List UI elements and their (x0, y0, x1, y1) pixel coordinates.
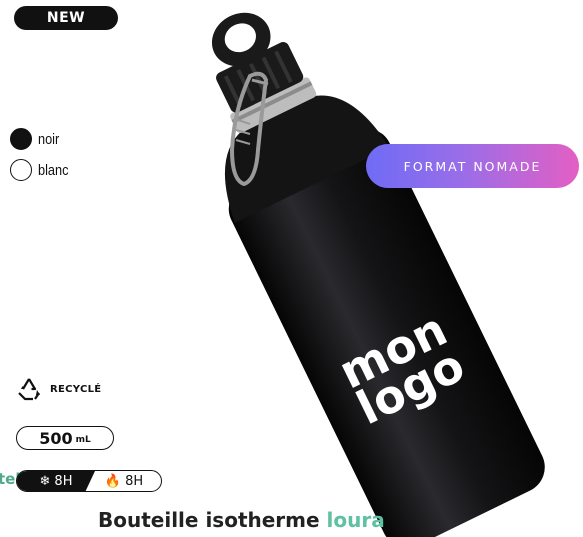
volume-badge: 500 mL (16, 426, 114, 450)
color-option-noir[interactable]: noir (10, 128, 63, 150)
color-swatch-blanc[interactable] (10, 159, 32, 181)
product-title-main: Bouteille isotherme (98, 508, 320, 532)
format-nomade-badge: FORMAT NOMADE (366, 144, 579, 188)
carabiner-icon (229, 71, 269, 187)
product-title-highlight: loura (326, 508, 385, 532)
volume-unit: mL (75, 435, 91, 445)
bottle-logo-line1: mon (331, 302, 456, 400)
recycle-icon (18, 378, 40, 401)
hot-retention: 🔥 8H (87, 471, 161, 491)
color-label-noir: noir (38, 130, 60, 148)
new-badge: NEW (14, 6, 118, 30)
temperature-badge: ❄ 8H 🔥 8H (16, 470, 162, 492)
color-option-blanc[interactable]: blanc (10, 159, 74, 181)
bottle-image: mon logo (211, 12, 545, 537)
recycled-label: RECYCLÉ (50, 383, 102, 395)
bottle-logo-line2: logo (348, 338, 472, 436)
color-swatch-noir[interactable] (10, 128, 32, 150)
hot-hours: 8H (125, 473, 144, 489)
cold-retention: ❄ 8H (17, 471, 95, 491)
cold-hours: 8H (54, 473, 73, 489)
recycled-badge: RECYCLÉ (16, 377, 101, 401)
snowflake-icon: ❄ (39, 473, 51, 489)
volume-amount: 500 (39, 428, 73, 448)
color-label-blanc: blanc (38, 161, 69, 179)
product-title: Bouteille isotherme loura (98, 508, 385, 532)
flame-icon: 🔥 (104, 473, 122, 489)
